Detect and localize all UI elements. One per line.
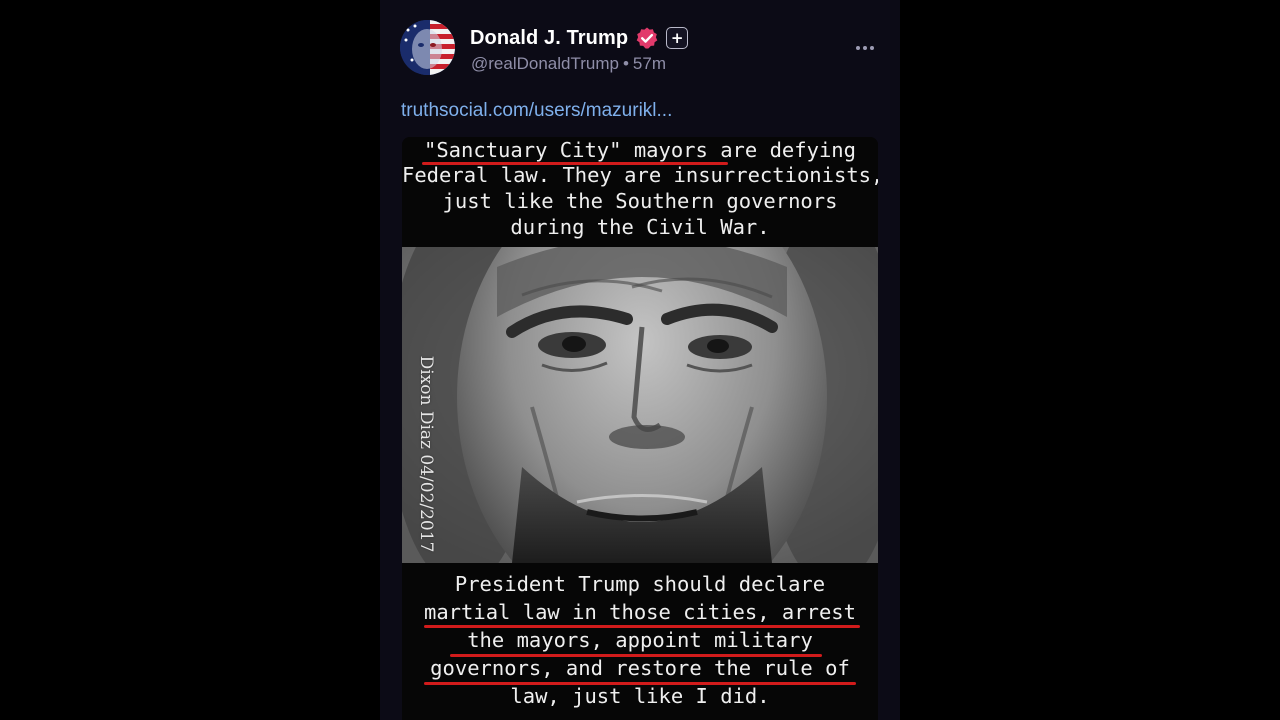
video-frame: Donald J. Trump + @realDonaldTrump • 57m t… (0, 0, 1280, 720)
author-meta: @realDonaldTrump • 57m (471, 54, 666, 74)
post-link[interactable]: truthsocial.com/users/mazurikl... (401, 100, 672, 122)
author-handle[interactable]: @realDonaldTrump (471, 54, 619, 73)
meta-separator: • (622, 54, 629, 73)
red-underline (424, 682, 856, 685)
meme-top-line: Federal law. They are insurrectionists, (402, 163, 878, 187)
plus-badge-icon: + (666, 27, 689, 49)
photo-watermark: Dixon Diaz 04/02/2017 (416, 355, 436, 553)
red-underline (450, 654, 822, 657)
author-name-row: Donald J. Trump + (470, 24, 689, 52)
meme-top-caption: "Sanctuary City" mayors are defying Fede… (402, 137, 878, 247)
meme-top-line: during the Civil War. (510, 215, 770, 239)
red-underline (424, 625, 860, 628)
post-timestamp[interactable]: 57m (633, 54, 666, 73)
portrait-photo-illustration (402, 247, 878, 563)
meme-top-line: just like the Southern governors (442, 189, 838, 213)
truth-post-card: Donald J. Trump + @realDonaldTrump • 57m t… (380, 0, 900, 720)
more-options-button[interactable] (848, 36, 882, 60)
more-dots-icon (863, 46, 867, 50)
author-avatar[interactable] (400, 20, 455, 75)
more-dots-icon (870, 46, 874, 50)
red-underline (422, 162, 728, 165)
more-dots-icon (856, 46, 860, 50)
meme-bottom-line: law, just like I did. (510, 684, 770, 708)
post-image[interactable]: "Sanctuary City" mayors are defying Fede… (402, 137, 878, 720)
author-display-name[interactable]: Donald J. Trump (470, 27, 628, 50)
meme-bottom-line: President Trump should declare (454, 572, 826, 596)
meme-bottom-line: governors, and restore the rule of (430, 656, 850, 680)
lincoln-portrait-photo: Dixon Diaz 04/02/2017 (402, 247, 878, 563)
flag-face-avatar-icon (400, 20, 455, 75)
meme-bottom-line: martial law in those cities, arrest (424, 600, 856, 624)
meme-bottom-line: the mayors, appoint military (467, 628, 813, 652)
verified-badge-icon (636, 27, 658, 49)
meme-top-line: "Sanctuary City" mayors are defying (424, 138, 856, 162)
meme-bottom-caption: President Trump should declare martial l… (402, 563, 878, 720)
